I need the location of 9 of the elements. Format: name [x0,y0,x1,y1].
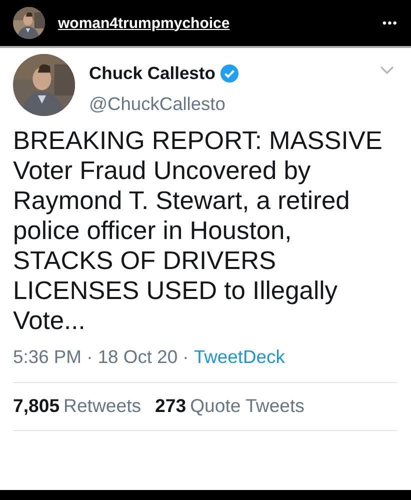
tweet-text: BREAKING REPORT: MASSIVE Voter Fraud Uncovered by Raymond T. Stewart, a retired police officer in Houston, STACKS OF DRIVERS LICENSES USED to Illegally Vote... [13,126,384,336]
author-name[interactable]: Chuck Callesto [89,63,216,84]
tweet-timestamp: 5:36 PM · 18 Oct 20 · [13,346,190,368]
more-options-icon[interactable]: ••• [382,16,398,30]
stat-link[interactable]: 273 Quote Tweets [155,395,304,417]
author-handle[interactable]: @ChuckCallesto [89,93,380,115]
stat-link[interactable]: 7,805 Retweets [13,395,142,417]
chevron-down-icon[interactable] [380,66,394,75]
username-link[interactable]: woman4trumpmychoice [58,14,370,32]
